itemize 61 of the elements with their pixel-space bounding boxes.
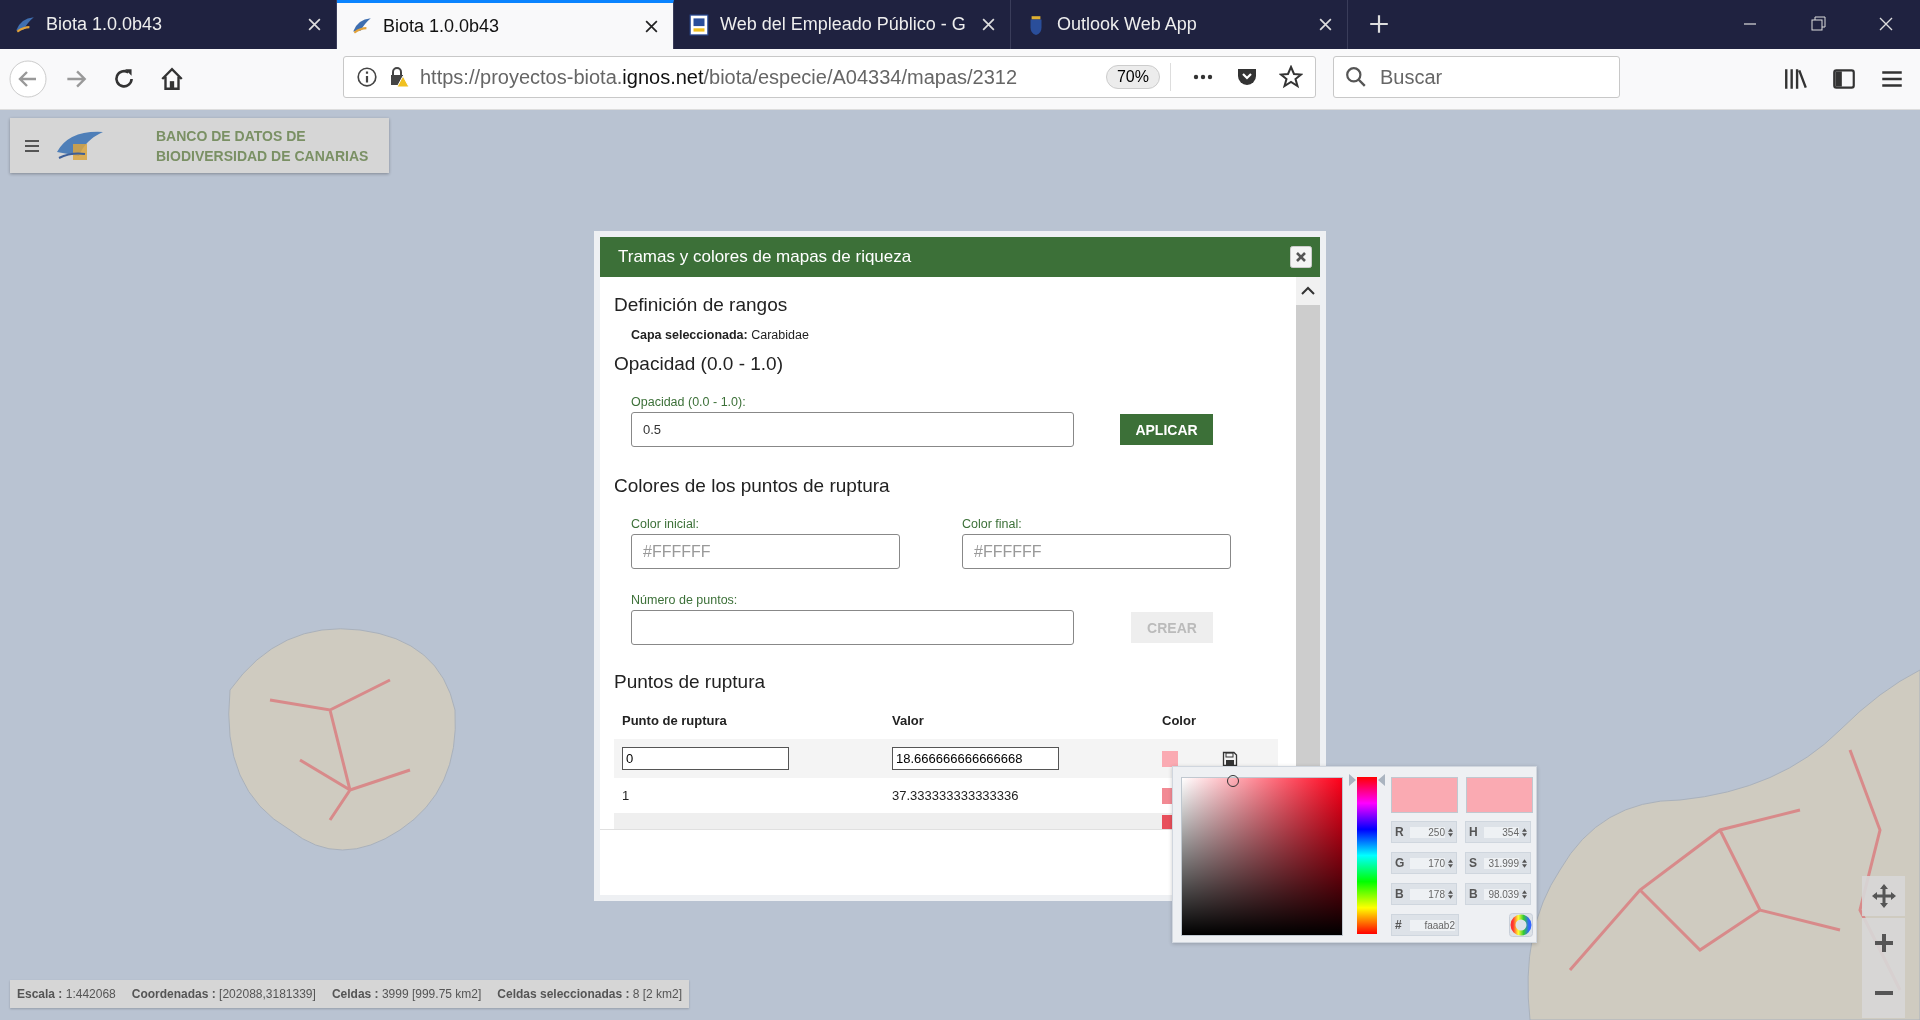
zoom-badge[interactable]: 70%: [1105, 65, 1160, 89]
opacity-field[interactable]: 0.5: [631, 412, 1074, 447]
color-value-field[interactable]: H 354: [1465, 821, 1531, 843]
document-icon: [688, 13, 710, 36]
end-color-field[interactable]: #FFFFFF: [962, 534, 1231, 569]
status-item: Escala : 1:442068: [17, 987, 116, 1001]
restore-icon[interactable]: [1808, 14, 1828, 34]
section-heading: Definición de rangos: [614, 293, 789, 316]
apply-button[interactable]: APLICAR: [1120, 414, 1213, 445]
column-header: Color: [1162, 712, 1197, 728]
spinner-icon[interactable]: [1448, 858, 1453, 868]
breakpoint-field[interactable]: 0: [622, 747, 789, 770]
color-value-field[interactable]: R 250: [1391, 821, 1457, 843]
field-label: Color inicial:: [631, 517, 701, 531]
star-icon[interactable]: [1279, 65, 1303, 89]
table-cell-text: 37.333333333333336: [892, 788, 1020, 803]
color-swatch[interactable]: [1162, 750, 1178, 767]
status-item: Celdas : 3999 [999.75 km2]: [331, 987, 482, 1001]
menu-icon[interactable]: [24, 138, 40, 153]
hex-field[interactable]: # faaab2: [1391, 914, 1459, 936]
browser-tab[interactable]: Biota 1.0.0b43: [337, 0, 674, 49]
scroll-up-icon[interactable]: [1296, 277, 1320, 305]
site-title: BANCO DE DATOS DE BIODIVERSIDAD DE CANARIAS: [156, 126, 369, 166]
url-text: https://proyectos-biota.ignos.net/biota/especie/A04334/mapas/2312: [420, 65, 1019, 89]
section-heading: Opacidad (0.0 - 1.0): [614, 352, 784, 375]
search-icon: [1345, 66, 1367, 88]
search-field[interactable]: Buscar: [1333, 56, 1620, 98]
field-label: Número de puntos:: [631, 593, 739, 607]
move-icon: [1871, 884, 1896, 908]
value-field[interactable]: 18.666666666666668: [892, 747, 1059, 770]
field-label: Color final:: [962, 517, 1023, 531]
pan-button[interactable]: [1862, 876, 1905, 916]
color-value-field[interactable]: B 178: [1391, 883, 1457, 905]
current-color-swatch[interactable]: [1466, 777, 1533, 813]
new-tab-icon[interactable]: [1368, 13, 1390, 35]
info-icon[interactable]: [356, 66, 378, 88]
column-header: Punto de ruptura: [621, 712, 728, 728]
save-icon[interactable]: [1222, 750, 1238, 767]
field-label: Opacidad (0.0 - 1.0):: [631, 395, 747, 409]
color-value-field[interactable]: G 170: [1391, 852, 1457, 874]
color-value-field[interactable]: B 98.039: [1465, 883, 1531, 905]
lock-warning-icon: [388, 66, 410, 88]
color-wheel-icon[interactable]: [1509, 913, 1533, 937]
table-cell-text: 1: [621, 788, 631, 803]
status-item: Coordenadas : [202088,3181339]: [131, 987, 316, 1001]
start-color-field[interactable]: #FFFFFF: [631, 534, 900, 569]
section-heading: Colores de los puntos de ruptura: [614, 474, 891, 497]
spinner-icon[interactable]: [1448, 889, 1453, 899]
column-header: Valor: [892, 712, 925, 728]
saturation-area[interactable]: [1181, 777, 1343, 936]
dialog-title: Tramas y colores de mapas de riqueza: [618, 247, 912, 267]
close-icon[interactable]: [644, 18, 659, 34]
color-value-field[interactable]: S 31.999: [1465, 852, 1531, 874]
section-heading: Puntos de ruptura: [614, 670, 767, 693]
back-icon[interactable]: [8, 59, 48, 99]
selected-layer-text: Capa seleccionada: Carabidae: [631, 328, 810, 342]
spinner-icon[interactable]: [1448, 827, 1453, 837]
hue-pointer-icon[interactable]: [1349, 773, 1385, 786]
points-field[interactable]: [631, 610, 1074, 645]
address-bar[interactable]: https://proyectos-biota.ignos.net/biota/especie/A04334/mapas/2312 70%: [343, 56, 1316, 98]
status-item: Celdas seleccionadas : 8 [2 km2]: [497, 987, 683, 1001]
